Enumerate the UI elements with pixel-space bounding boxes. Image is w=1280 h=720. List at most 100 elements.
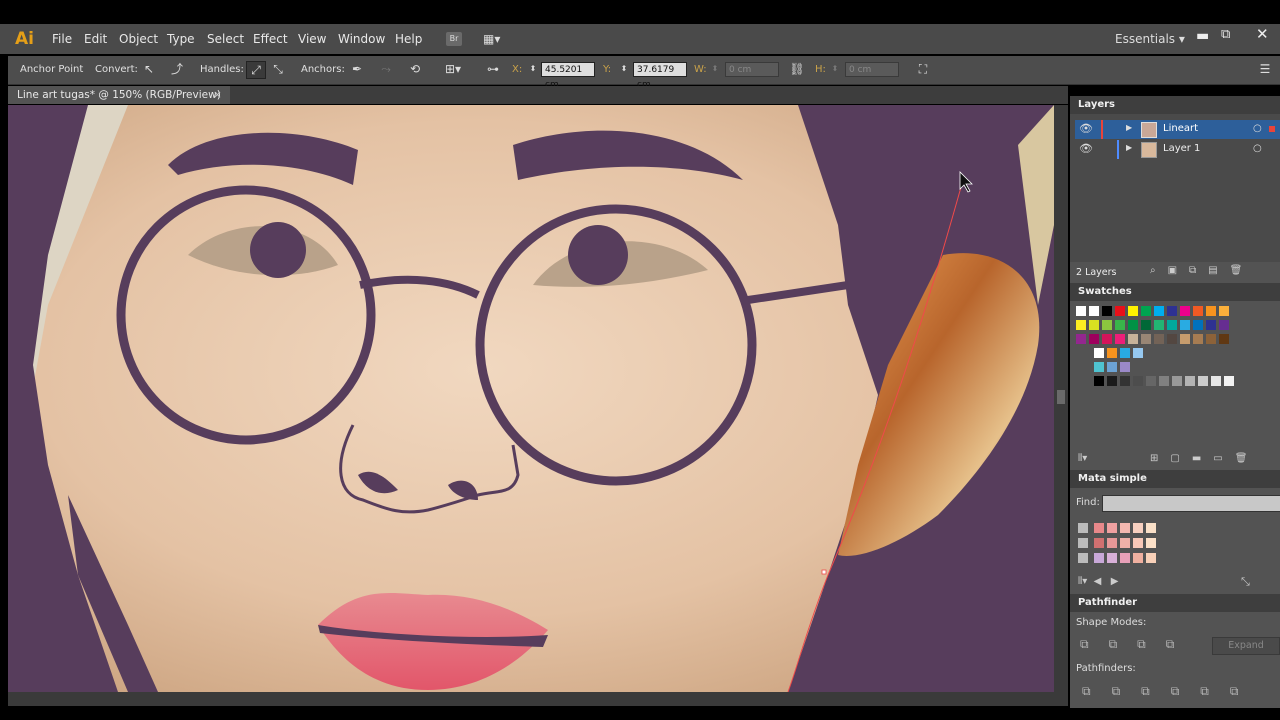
layer-row-lineart[interactable]: 👁 ▶ Lineart ○ — [1075, 120, 1280, 139]
anchor-point[interactable] — [821, 569, 827, 575]
expand-button[interactable]: Expand — [1212, 637, 1280, 655]
color-swatch[interactable] — [1141, 334, 1151, 344]
shape-mode-buttons[interactable]: ⧉⧉⧉⧉ — [1080, 637, 1194, 652]
bridge-button[interactable]: Br — [446, 32, 462, 46]
artboard-canvas[interactable] — [8, 105, 1054, 692]
color-swatch[interactable] — [1146, 523, 1156, 533]
color-swatch[interactable] — [1146, 376, 1156, 386]
visibility-eye-icon[interactable]: 👁 — [1079, 142, 1093, 155]
color-swatch[interactable] — [1094, 523, 1104, 533]
find-input[interactable] — [1102, 495, 1280, 512]
y-field[interactable]: 37.6179 cm — [633, 62, 687, 90]
color-swatch[interactable] — [1115, 320, 1125, 330]
menu-effect[interactable]: Effect — [253, 32, 288, 46]
color-swatch[interactable] — [1141, 306, 1151, 316]
color-swatch[interactable] — [1128, 320, 1138, 330]
vertical-scrollbar[interactable] — [1054, 105, 1068, 692]
color-swatch[interactable] — [1133, 523, 1143, 533]
isolate-icon[interactable]: ⊞▾ — [444, 61, 462, 77]
color-swatch[interactable] — [1185, 376, 1195, 386]
transform-icon[interactable]: ⛶ — [914, 61, 932, 77]
w-field[interactable]: 0 cm — [725, 62, 779, 77]
color-swatch[interactable] — [1219, 320, 1229, 330]
color-swatch[interactable] — [1107, 362, 1117, 372]
color-swatch[interactable] — [1089, 320, 1099, 330]
color-swatch[interactable] — [1120, 376, 1130, 386]
reference-point-icon[interactable]: ⊶ — [484, 61, 502, 77]
color-swatch[interactable] — [1180, 334, 1190, 344]
mata-swatch-grid[interactable] — [1078, 515, 1258, 570]
y-stepper-icon[interactable]: ⬍ — [618, 61, 630, 77]
layer-name[interactable]: Lineart — [1163, 123, 1198, 134]
color-swatch[interactable] — [1146, 553, 1156, 563]
x-stepper-icon[interactable]: ⬍ — [527, 61, 539, 77]
color-swatch[interactable] — [1076, 320, 1086, 330]
color-swatch[interactable] — [1180, 320, 1190, 330]
swatches-panel-header[interactable]: Swatches — [1070, 283, 1280, 301]
mata-panel-header[interactable]: Mata simple — [1070, 470, 1280, 488]
connect-anchor-icon[interactable]: ⤳ — [377, 61, 395, 77]
restore-icon[interactable]: ⧉ — [1221, 27, 1230, 42]
color-swatch[interactable] — [1102, 320, 1112, 330]
menu-file[interactable]: File — [52, 32, 72, 46]
pathfinder-buttons[interactable]: ⧉⧉⧉⧉⧉⧉ — [1082, 684, 1259, 699]
color-swatch[interactable] — [1133, 553, 1143, 563]
color-swatch[interactable] — [1133, 538, 1143, 548]
color-swatch[interactable] — [1094, 348, 1104, 358]
mata-footer-icons[interactable]: ⫴▾ ◀ ▶ — [1078, 576, 1119, 587]
convert-corner-icon[interactable]: ↖ — [140, 61, 158, 77]
color-swatch[interactable] — [1224, 376, 1234, 386]
workspace-switcher[interactable]: Essentials ▾ — [1115, 32, 1185, 46]
color-swatch[interactable] — [1115, 306, 1125, 316]
color-swatch[interactable] — [1211, 376, 1221, 386]
convert-smooth-icon[interactable]: ⤴ — [168, 61, 186, 77]
color-swatch[interactable] — [1089, 306, 1099, 316]
color-swatch[interactable] — [1133, 348, 1143, 358]
color-swatch[interactable] — [1154, 306, 1164, 316]
color-swatch[interactable] — [1198, 376, 1208, 386]
layer-name[interactable]: Layer 1 — [1163, 143, 1200, 154]
color-swatch[interactable] — [1172, 376, 1182, 386]
expand-triangle-icon[interactable]: ▶ — [1126, 143, 1132, 152]
menu-select[interactable]: Select — [207, 32, 244, 46]
show-handles-icon[interactable]: ⤢ — [246, 61, 266, 79]
swatch-library-icon[interactable]: ⫴▾ — [1078, 453, 1087, 464]
color-swatch[interactable] — [1107, 523, 1117, 533]
color-swatch[interactable] — [1120, 348, 1130, 358]
remove-anchor-icon[interactable]: ✒ — [348, 61, 366, 77]
color-swatch[interactable] — [1102, 334, 1112, 344]
color-swatch[interactable] — [1120, 538, 1130, 548]
layer-row-layer-1[interactable]: 👁 ▶ Layer 1 ○ — [1075, 140, 1280, 159]
target-circle-icon[interactable]: ○ — [1253, 143, 1262, 154]
layers-panel-header[interactable]: Layers — [1070, 96, 1280, 114]
color-swatch[interactable] — [1193, 306, 1203, 316]
color-swatch[interactable] — [1128, 306, 1138, 316]
constrain-proportions-icon[interactable]: ⛓ — [788, 61, 806, 77]
folder-icon[interactable] — [1078, 553, 1088, 563]
vertical-scroll-thumb[interactable] — [1057, 390, 1065, 404]
color-swatch[interactable] — [1193, 320, 1203, 330]
layers-footer-icons[interactable]: ⌕▣⧉▤🗑 — [1150, 265, 1254, 276]
color-swatch[interactable] — [1180, 306, 1190, 316]
folder-icon[interactable] — [1078, 538, 1088, 548]
color-swatch[interactable] — [1120, 553, 1130, 563]
color-swatch[interactable] — [1141, 320, 1151, 330]
color-swatch[interactable] — [1159, 376, 1169, 386]
color-swatch[interactable] — [1107, 376, 1117, 386]
color-swatch[interactable] — [1206, 320, 1216, 330]
menu-type[interactable]: Type — [167, 32, 195, 46]
color-swatch[interactable] — [1089, 334, 1099, 344]
horizontal-scrollbar[interactable] — [8, 692, 1068, 706]
color-swatch[interactable] — [1076, 306, 1086, 316]
color-swatch[interactable] — [1094, 553, 1104, 563]
color-swatch[interactable] — [1120, 523, 1130, 533]
swatches-footer-icons[interactable]: ⊞▢▬▭🗑 — [1150, 453, 1259, 464]
color-swatch[interactable] — [1167, 320, 1177, 330]
cut-path-icon[interactable]: ⟲ — [406, 61, 424, 77]
color-swatch[interactable] — [1076, 334, 1086, 344]
h-field[interactable]: 0 cm — [845, 62, 899, 77]
menu-window[interactable]: Window — [338, 32, 385, 46]
color-swatch[interactable] — [1107, 553, 1117, 563]
arrange-documents-icon[interactable]: ▦▾ — [483, 32, 507, 46]
color-swatch[interactable] — [1219, 334, 1229, 344]
